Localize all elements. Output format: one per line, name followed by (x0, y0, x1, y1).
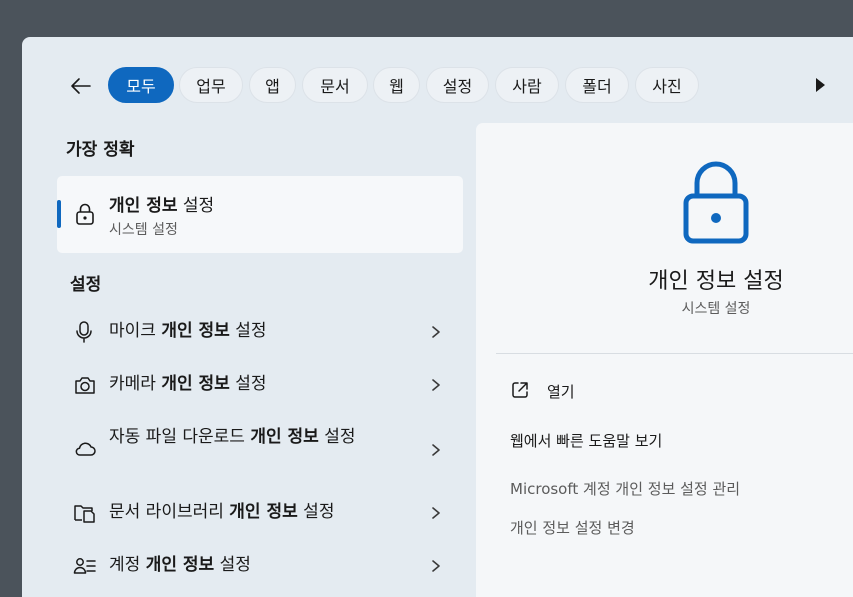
filter-chip-all[interactable]: 모두 (108, 67, 174, 103)
selection-indicator (57, 200, 61, 228)
camera-icon (75, 377, 95, 394)
divider (496, 353, 853, 354)
web-help-link[interactable]: 웹에서 빠른 도움말 보기 (510, 430, 662, 451)
change-privacy-settings-link[interactable]: 개인 정보 설정 변경 (510, 517, 635, 538)
manage-microsoft-account-privacy-link[interactable]: Microsoft 계정 개인 정보 설정 관리 (510, 478, 740, 499)
list-item-account-privacy[interactable]: 계정 개인 정보 설정 (57, 541, 463, 591)
play-icon (816, 78, 825, 92)
list-item-label: 자동 파일 다운로드 개인 정보 설정 (109, 427, 356, 447)
filter-chip-documents[interactable]: 문서 (302, 67, 368, 103)
open-label: 열기 (547, 383, 575, 401)
list-item-label: 카메라 개인 정보 설정 (109, 374, 267, 394)
detail-title: 개인 정보 설정 (648, 269, 784, 294)
list-item-label: 마이크 개인 정보 설정 (109, 321, 267, 341)
filter-chip-settings[interactable]: 설정 (426, 67, 489, 103)
filter-chip-people[interactable]: 사람 (495, 67, 559, 103)
settings-heading: 설정 (70, 275, 102, 295)
list-item-label: 문서 라이브러리 개인 정보 설정 (109, 502, 335, 522)
list-item-auto-download-privacy[interactable]: 자동 파일 다운로드 개인 정보 설정 (57, 421, 463, 477)
lock-icon (683, 161, 749, 244)
back-button[interactable] (66, 71, 96, 101)
best-match-result[interactable]: 개인 정보 설정 시스템 설정 (57, 176, 463, 253)
open-external-icon (512, 382, 528, 398)
list-item-microphone-privacy[interactable]: 마이크 개인 정보 설정 (57, 307, 463, 357)
filter-chip-web[interactable]: 웹 (373, 67, 420, 103)
filter-chip-photos[interactable]: 사진 (635, 67, 699, 103)
search-panel: 모두 업무 앱 문서 웹 설정 사람 폴더 사진 가장 정확 개인 정보 설정 … (22, 37, 853, 597)
more-filters-button[interactable] (810, 75, 830, 95)
chevron-right-icon (432, 379, 440, 391)
result-detail-pane: 개인 정보 설정 시스템 설정 열기 웹에서 빠른 도움말 보기 Microso… (476, 123, 853, 597)
cloud-icon (75, 442, 96, 456)
best-match-subtitle: 시스템 설정 (109, 222, 178, 238)
filter-chip-apps[interactable]: 앱 (249, 67, 296, 103)
lock-icon (76, 203, 94, 225)
chevron-right-icon (432, 326, 440, 338)
best-match-heading: 가장 정확 (66, 140, 135, 160)
account-settings-icon (73, 558, 96, 574)
chevron-right-icon (432, 444, 440, 456)
document-folder-icon (74, 505, 95, 523)
back-arrow-icon (71, 78, 91, 94)
filter-chip-work[interactable]: 업무 (179, 67, 243, 103)
list-item-camera-privacy[interactable]: 카메라 개인 정보 설정 (57, 360, 463, 410)
best-match-title: 개인 정보 설정 (109, 196, 215, 216)
detail-subtitle: 시스템 설정 (681, 301, 751, 317)
chevron-right-icon (432, 507, 440, 519)
list-item-label: 계정 개인 정보 설정 (109, 555, 251, 575)
filter-chip-folders[interactable]: 폴더 (565, 67, 629, 103)
list-item-documents-library-privacy[interactable]: 문서 라이브러리 개인 정보 설정 (57, 488, 463, 538)
chevron-right-icon (432, 560, 440, 572)
microphone-icon (76, 321, 92, 343)
